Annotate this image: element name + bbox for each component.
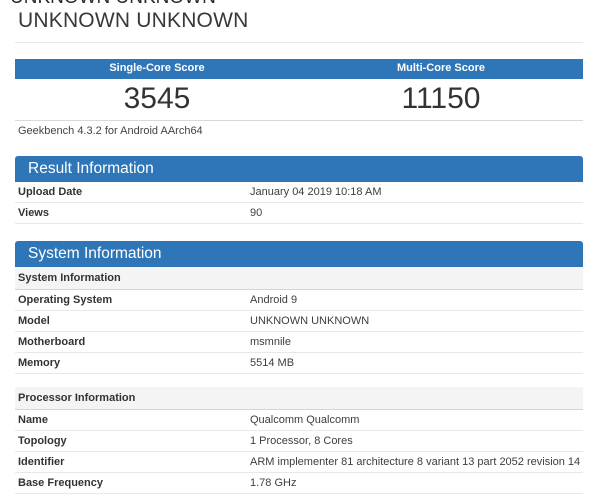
row-label: Name (18, 413, 48, 426)
top-cropped-text-label: UNKNOWN UNKNOWN (10, 0, 600, 4)
row-label: Model (18, 314, 50, 327)
table-row: Memory 5514 MB (15, 353, 583, 374)
top-cropped-text: UNKNOWN UNKNOWN (10, 0, 600, 4)
row-value: UNKNOWN UNKNOWN (250, 314, 370, 327)
multi-core-score-value: 11150 (401, 82, 481, 115)
result-information-panel: Result Information Upload Date January 0… (15, 156, 583, 224)
row-label: Memory (18, 356, 61, 369)
row-label: Motherboard (18, 335, 86, 348)
page-container: UNKNOWN UNKNOWN Single-Core Score Multi-… (15, 8, 583, 494)
result-information-heading: Result Information (15, 156, 583, 182)
row-value: ARM implementer 81 architecture 8 varian… (250, 455, 581, 468)
row-label: Base Frequency (18, 476, 103, 489)
table-row: Views 90 (15, 203, 583, 224)
score-header-row: Single-Core Score Multi-Core Score (15, 59, 583, 79)
row-label: Views (18, 206, 49, 219)
row-label: Upload Date (18, 185, 83, 198)
processor-information-subheader: Processor Information (15, 387, 583, 410)
single-core-score-header: Single-Core Score (109, 62, 205, 74)
row-label: Operating System (18, 293, 113, 306)
score-values-row: 3545 11150 (15, 79, 583, 120)
multi-core-score-header: Multi-Core Score (396, 62, 485, 74)
table-row: Base Frequency 1.78 GHz (15, 473, 583, 494)
row-value: 5514 MB (250, 356, 295, 369)
row-label: Identifier (18, 455, 65, 468)
system-information-panel: System Information System Information Op… (15, 241, 583, 494)
system-information-subheader: System Information (15, 267, 583, 290)
table-row: Motherboard msmnile (15, 332, 583, 353)
system-information-heading: System Information (15, 241, 583, 267)
table-row: Operating System Android 9 (15, 290, 583, 311)
row-label: Topology (18, 434, 67, 447)
row-value: 90 (250, 206, 263, 219)
subsection-gap (15, 374, 583, 387)
row-value: January 04 2019 10:18 AM (250, 185, 382, 198)
single-core-score-value: 3545 (123, 82, 191, 115)
title-divider (15, 42, 583, 43)
row-value: msmnile (250, 335, 291, 348)
page-title: UNKNOWN UNKNOWN (18, 9, 249, 32)
table-row: Upload Date January 04 2019 10:18 AM (15, 182, 583, 203)
table-row: Identifier ARM implementer 81 architectu… (15, 452, 583, 473)
score-table: Single-Core Score Multi-Core Score 3545 … (15, 59, 583, 121)
row-value: 1 Processor, 8 Cores (250, 434, 353, 447)
row-value: Android 9 (250, 293, 298, 306)
table-row: Topology 1 Processor, 8 Cores (15, 431, 583, 452)
table-row: Name Qualcomm Qualcomm (15, 410, 583, 431)
benchmark-version-caption: Geekbench 4.3.2 for Android AArch64 (18, 125, 203, 137)
row-value: 1.78 GHz (250, 476, 297, 489)
table-row: Model UNKNOWN UNKNOWN (15, 311, 583, 332)
row-value: Qualcomm Qualcomm (250, 413, 360, 426)
